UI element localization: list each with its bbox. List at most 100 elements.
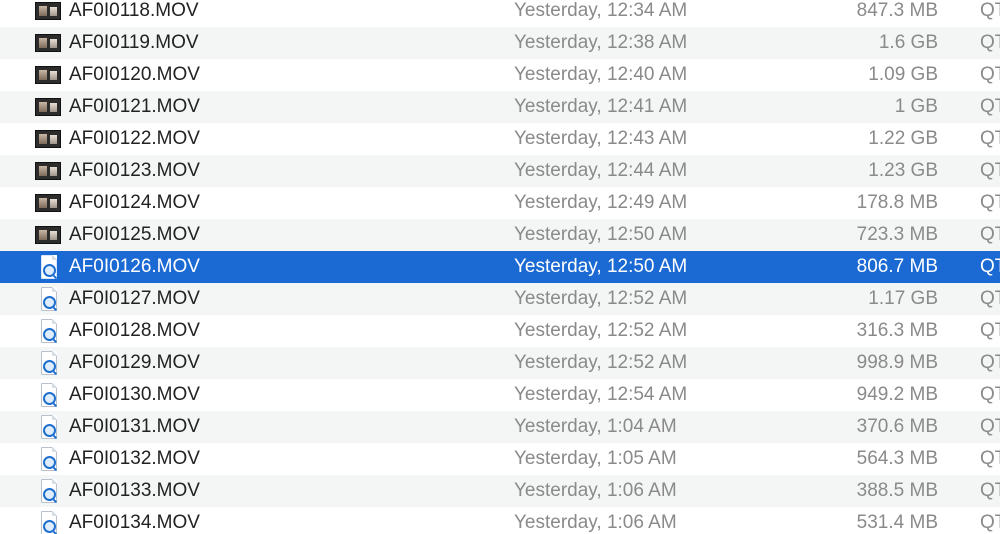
file-kind: QT bbox=[980, 64, 1000, 85]
file-size: 949.2 MB bbox=[856, 384, 938, 405]
video-thumbnail-icon bbox=[34, 31, 61, 55]
quicktime-document-icon bbox=[34, 415, 60, 439]
file-kind: QT bbox=[980, 128, 1000, 149]
file-row[interactable]: AF0I0131.MOV Yesterday, 1:04 AM 370.6 MB QT bbox=[0, 411, 1000, 443]
file-kind: QT bbox=[980, 288, 1000, 309]
date-modified: Yesterday, 12:38 AM bbox=[514, 32, 688, 53]
file-size: 1 GB bbox=[894, 96, 938, 117]
file-row[interactable]: AF0I0130.MOV Yesterday, 12:54 AM 949.2 MB Q… bbox=[0, 379, 1000, 411]
file-row[interactable]: AF0I0125.MOV Yesterday, 12:50 AM 723.3 MB Q… bbox=[0, 219, 1000, 251]
file-kind: QT bbox=[980, 352, 1000, 373]
date-modified: Yesterday, 12:34 AM bbox=[514, 0, 688, 21]
file-name: AF0I0124.MOV bbox=[69, 192, 200, 213]
file-row[interactable]: AF0I0134.MOV Yesterday, 1:06 AM 531.4 MB QT bbox=[0, 507, 1000, 534]
date-modified: Yesterday, 12:49 AM bbox=[514, 192, 688, 213]
finder-file-list[interactable]: AF0I0118.MOV Yesterday, 12:34 AM 847.3 MB Q… bbox=[0, 0, 1000, 534]
date-modified: Yesterday, 1:04 AM bbox=[514, 416, 677, 437]
quicktime-document-icon bbox=[34, 447, 60, 471]
file-size: 1.09 GB bbox=[868, 64, 938, 85]
file-row[interactable]: AF0I0128.MOV Yesterday, 12:52 AM 316.3 MB Q… bbox=[0, 315, 1000, 347]
date-modified: Yesterday, 12:41 AM bbox=[514, 96, 688, 117]
file-row[interactable]: AF0I0126.MOV Yesterday, 12:50 AM 806.7 MB Q… bbox=[0, 251, 1000, 283]
video-thumbnail-icon bbox=[34, 159, 61, 183]
file-kind: QT bbox=[980, 384, 1000, 405]
quicktime-document-icon bbox=[34, 511, 60, 534]
date-modified: Yesterday, 1:06 AM bbox=[514, 512, 677, 533]
file-name: AF0I0125.MOV bbox=[69, 224, 200, 245]
file-size: 1.23 GB bbox=[868, 160, 938, 181]
file-row[interactable]: AF0I0121.MOV Yesterday, 12:41 AM 1 GB QT bbox=[0, 91, 1000, 123]
file-row[interactable]: AF0I0123.MOV Yesterday, 12:44 AM 1.23 GB QT bbox=[0, 155, 1000, 187]
file-size: 370.6 MB bbox=[856, 416, 938, 437]
quicktime-document-icon bbox=[34, 287, 60, 311]
file-size: 388.5 MB bbox=[856, 480, 938, 501]
file-row[interactable]: AF0I0127.MOV Yesterday, 12:52 AM 1.17 GB QT bbox=[0, 283, 1000, 315]
file-row[interactable]: AF0I0129.MOV Yesterday, 12:52 AM 998.9 MB Q… bbox=[0, 347, 1000, 379]
video-thumbnail-icon bbox=[34, 95, 61, 119]
file-kind: QT bbox=[980, 416, 1000, 437]
file-size: 316.3 MB bbox=[856, 320, 938, 341]
video-thumbnail-icon bbox=[34, 63, 61, 87]
file-name: AF0I0123.MOV bbox=[69, 160, 200, 181]
file-row[interactable]: AF0I0133.MOV Yesterday, 1:06 AM 388.5 MB QT bbox=[0, 475, 1000, 507]
file-row[interactable]: AF0I0132.MOV Yesterday, 1:05 AM 564.3 MB QT bbox=[0, 443, 1000, 475]
file-kind: QT bbox=[980, 224, 1000, 245]
date-modified: Yesterday, 12:50 AM bbox=[514, 224, 688, 245]
file-kind: QT bbox=[980, 96, 1000, 117]
date-modified: Yesterday, 12:52 AM bbox=[514, 352, 688, 373]
file-size: 806.7 MB bbox=[856, 256, 938, 277]
file-size: 564.3 MB bbox=[856, 448, 938, 469]
video-thumbnail-icon bbox=[34, 223, 61, 247]
date-modified: Yesterday, 12:52 AM bbox=[514, 320, 688, 341]
date-modified: Yesterday, 12:54 AM bbox=[514, 384, 688, 405]
file-row[interactable]: AF0I0120.MOV Yesterday, 12:40 AM 1.09 GB QT bbox=[0, 59, 1000, 91]
file-size: 531.4 MB bbox=[856, 512, 938, 533]
file-row[interactable]: AF0I0122.MOV Yesterday, 12:43 AM 1.22 GB QT bbox=[0, 123, 1000, 155]
file-kind: QT bbox=[980, 32, 1000, 53]
file-size: 1.22 GB bbox=[868, 128, 938, 149]
file-name: AF0I0133.MOV bbox=[69, 480, 200, 501]
date-modified: Yesterday, 12:43 AM bbox=[514, 128, 688, 149]
file-kind: QT bbox=[980, 160, 1000, 181]
file-name: AF0I0134.MOV bbox=[69, 512, 200, 533]
file-name: AF0I0130.MOV bbox=[69, 384, 200, 405]
file-kind: QT bbox=[980, 512, 1000, 533]
quicktime-document-icon bbox=[34, 479, 60, 503]
file-name: AF0I0121.MOV bbox=[69, 96, 200, 117]
date-modified: Yesterday, 12:52 AM bbox=[514, 288, 688, 309]
file-size: 998.9 MB bbox=[856, 352, 938, 373]
file-size: 1.6 GB bbox=[878, 32, 938, 53]
video-thumbnail-icon bbox=[34, 0, 61, 23]
quicktime-document-icon bbox=[34, 383, 60, 407]
file-name: AF0I0122.MOV bbox=[69, 128, 200, 149]
file-kind: QT bbox=[980, 448, 1000, 469]
file-name: AF0I0129.MOV bbox=[69, 352, 200, 373]
file-name: AF0I0120.MOV bbox=[69, 64, 200, 85]
date-modified: Yesterday, 1:05 AM bbox=[514, 448, 677, 469]
file-kind: QT bbox=[980, 480, 1000, 501]
date-modified: Yesterday, 12:50 AM bbox=[514, 256, 688, 277]
quicktime-document-icon bbox=[34, 351, 60, 375]
video-thumbnail-icon bbox=[34, 191, 61, 215]
file-size: 723.3 MB bbox=[856, 224, 938, 245]
file-name: AF0I0128.MOV bbox=[69, 320, 200, 341]
file-row[interactable]: AF0I0124.MOV Yesterday, 12:49 AM 178.8 MB Q… bbox=[0, 187, 1000, 219]
file-kind: QT bbox=[980, 0, 1000, 21]
date-modified: Yesterday, 1:06 AM bbox=[514, 480, 677, 501]
file-kind: QT bbox=[980, 320, 1000, 341]
file-kind: QT bbox=[980, 192, 1000, 213]
file-name: AF0I0126.MOV bbox=[69, 256, 200, 277]
quicktime-document-icon bbox=[34, 255, 60, 279]
file-size: 178.8 MB bbox=[856, 192, 938, 213]
file-name: AF0I0127.MOV bbox=[69, 288, 200, 309]
date-modified: Yesterday, 12:44 AM bbox=[514, 160, 688, 181]
file-kind: QT bbox=[980, 256, 1000, 277]
file-size: 847.3 MB bbox=[856, 0, 938, 21]
date-modified: Yesterday, 12:40 AM bbox=[514, 64, 688, 85]
file-name: AF0I0132.MOV bbox=[69, 448, 200, 469]
file-name: AF0I0118.MOV bbox=[69, 0, 199, 21]
video-thumbnail-icon bbox=[34, 127, 61, 151]
file-row[interactable]: AF0I0118.MOV Yesterday, 12:34 AM 847.3 MB Q… bbox=[0, 0, 1000, 27]
file-size: 1.17 GB bbox=[868, 288, 938, 309]
file-row[interactable]: AF0I0119.MOV Yesterday, 12:38 AM 1.6 GB QT bbox=[0, 27, 1000, 59]
